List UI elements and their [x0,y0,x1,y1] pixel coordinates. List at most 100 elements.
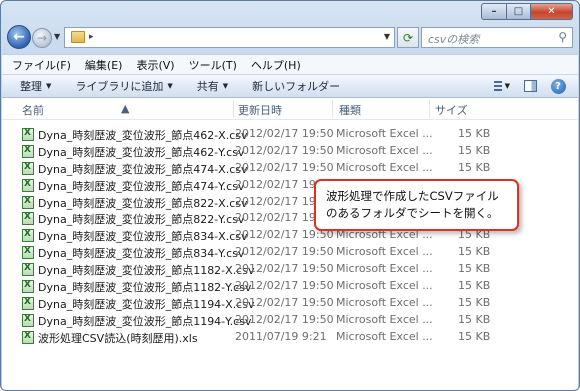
file-row[interactable]: Dyna_時刻歴波_変位波形_節点1194-Y.csv 2012/02/17 1… [2,312,578,329]
file-row[interactable]: Dyna_時刻歴波_変位波形_節点462-Y.csv 2012/02/17 19… [2,143,578,160]
menu-file[interactable]: ファイル(F) [12,57,71,73]
excel-file-icon [22,161,34,175]
minimize-button[interactable]: – [481,3,507,20]
file-modified: 2012/02/17 19: [235,211,320,225]
file-row[interactable]: Dyna_時刻歴波_変位波形_節点462-X.csv 2012/02/17 19… [2,126,578,143]
column-divider[interactable] [429,100,430,118]
excel-file-icon [22,280,34,294]
file-name: Dyna_時刻歴波_変位波形_節点1194-X.csv [38,297,255,311]
share-button[interactable]: 共有 ▼ [197,78,228,94]
file-list-pane: ▲ 名前 更新日時 種類 サイズ Dyna_時刻歴波_変位波形_節点462-X.… [2,98,578,390]
menu-tools[interactable]: ツール(T) [189,57,237,73]
file-row[interactable]: Dyna_時刻歴波_変位波形_節点1194-X.csv 2012/02/17 1… [2,295,578,312]
address-bar[interactable]: ▸ ▼ [64,27,395,48]
menu-bar: ファイル(F) 編集(E) 表示(V) ツール(T) ヘルプ(H) [2,54,578,74]
search-input[interactable]: csvの検索 ⚲ [421,27,573,48]
menu-help[interactable]: ヘルプ(H) [251,57,301,73]
column-type[interactable]: 種類 [339,102,361,118]
file-row[interactable]: Dyna_時刻歴波_変位波形_節点1182-Y.csv 2012/02/17 1… [2,278,578,295]
column-divider[interactable] [233,100,234,118]
file-type: Microsoft Excel ... [336,262,433,276]
excel-file-icon [22,296,34,310]
back-arrow-icon[interactable]: ← [7,25,31,49]
file-modified: 2011/07/19 9:21 [235,329,327,343]
file-type: Microsoft Excel ... [336,160,433,174]
recent-pages-dropdown[interactable]: ▼ [54,32,60,41]
file-type: Microsoft Excel ... [336,329,433,343]
file-size: 15 KB [458,245,491,259]
file-type: Microsoft Excel ... [336,312,433,326]
file-name: Dyna_時刻歴波_変位波形_節点822-X.csv [38,196,248,210]
change-view-button[interactable]: ▼ [494,79,510,93]
refresh-icon[interactable]: ⟳ [397,27,419,48]
callout-line-2: のあるフォルダでシートを開く。 [326,206,499,220]
file-modified: 2012/02/17 19:50 [235,127,334,140]
sort-ascending-icon: ▲ [121,102,130,115]
file-modified: 2012/02/17 19: [235,177,320,191]
file-modified: 2012/02/17 19:50 [235,279,334,293]
excel-file-icon [22,144,34,158]
path-separator-icon[interactable]: ▸ [89,32,94,42]
file-row[interactable]: Dyna_時刻歴波_変位波形_節点474-X.csv 2012/02/17 19… [2,160,578,177]
file-name: Dyna_時刻歴波_変位波形_節点1194-Y.csv [38,314,252,328]
file-rows: Dyna_時刻歴波_変位波形_節点462-X.csv 2012/02/17 19… [2,126,578,346]
folder-icon [71,31,85,43]
file-size: 15 KB [458,279,491,293]
file-name: Dyna_時刻歴波_変位波形_節点462-X.csv [38,129,248,142]
column-divider[interactable] [332,100,333,118]
forward-arrow-icon[interactable]: → [32,28,52,48]
excel-file-icon [22,178,34,192]
file-modified: 2012/02/17 19:50 [235,262,334,276]
column-modified[interactable]: 更新日時 [238,102,282,118]
file-size: 15 KB [458,262,491,276]
file-name: Dyna_時刻歴波_変位波形_節点474-Y.csv [38,179,245,193]
excel-file-icon [22,313,34,327]
search-icon[interactable]: ⚲ [558,30,567,44]
explorer-window: – □ ✕ ← → ▼ ▸ ▼ ⟳ csvの検索 ⚲ ファイル(F) 編集(E)… [0,0,580,391]
file-row[interactable]: 波形処理CSV読込(時刻歴用).xls 2011/07/19 9:21 Micr… [2,329,578,346]
column-size[interactable]: サイズ [435,102,468,118]
close-button[interactable]: ✕ [531,3,573,20]
chevron-down-icon: ▼ [504,82,510,90]
file-type: Microsoft Excel ... [336,295,433,309]
chevron-down-icon: ▼ [222,82,229,90]
menu-view[interactable]: 表示(V) [136,57,174,73]
preview-pane-button[interactable] [522,79,538,93]
organize-button[interactable]: 整理 ▼ [20,78,51,94]
help-button[interactable]: ? [550,78,566,94]
menu-edit[interactable]: 編集(E) [85,57,123,73]
file-size: 15 KB [458,127,491,140]
file-row[interactable]: Dyna_時刻歴波_変位波形_節点834-Y.csv 2012/02/17 19… [2,244,578,261]
address-history-dropdown[interactable]: ▼ [384,32,390,41]
excel-file-icon [22,128,34,141]
file-modified: 2012/02/17 19:50 [235,295,334,309]
new-folder-button[interactable]: 新しいフォルダー [252,78,340,94]
help-icon: ? [550,78,566,94]
file-type: Microsoft Excel ... [336,279,433,293]
file-size: 15 KB [458,312,491,326]
column-name[interactable]: 名前 [22,102,44,118]
file-type: Microsoft Excel ... [336,127,433,140]
file-size: 15 KB [458,160,491,174]
organize-label: 整理 [20,80,42,93]
file-size: 15 KB [458,329,491,343]
excel-file-icon [22,229,34,243]
new-folder-label: 新しいフォルダー [252,80,341,93]
chevron-down-icon: ▼ [167,82,173,90]
search-placeholder: csvの検索 [428,33,480,46]
view-list-icon [494,81,502,91]
view-controls: ▼ ? [482,78,566,94]
preview-pane-icon [523,80,537,92]
excel-file-icon [22,263,34,277]
excel-workbook-icon [22,330,34,344]
file-modified: 2012/02/17 19: [235,194,320,208]
instruction-callout: 波形処理で作成したCSVファイル のあるフォルダでシートを開く。 [314,179,519,231]
file-modified: 2012/02/17 19:50 [235,160,334,174]
add-to-library-button[interactable]: ライブラリに追加 ▼ [75,78,172,94]
command-bar: 整理 ▼ ライブラリに追加 ▼ 共有 ▼ 新しいフォルダー ▼ ? [2,74,578,98]
maximize-button[interactable]: □ [507,3,531,20]
excel-file-icon [22,246,34,260]
column-headers: ▲ 名前 更新日時 種類 サイズ [2,98,578,120]
file-size: 15 KB [458,143,491,157]
file-row[interactable]: Dyna_時刻歴波_変位波形_節点1182-X.csv 2012/02/17 1… [2,261,578,278]
